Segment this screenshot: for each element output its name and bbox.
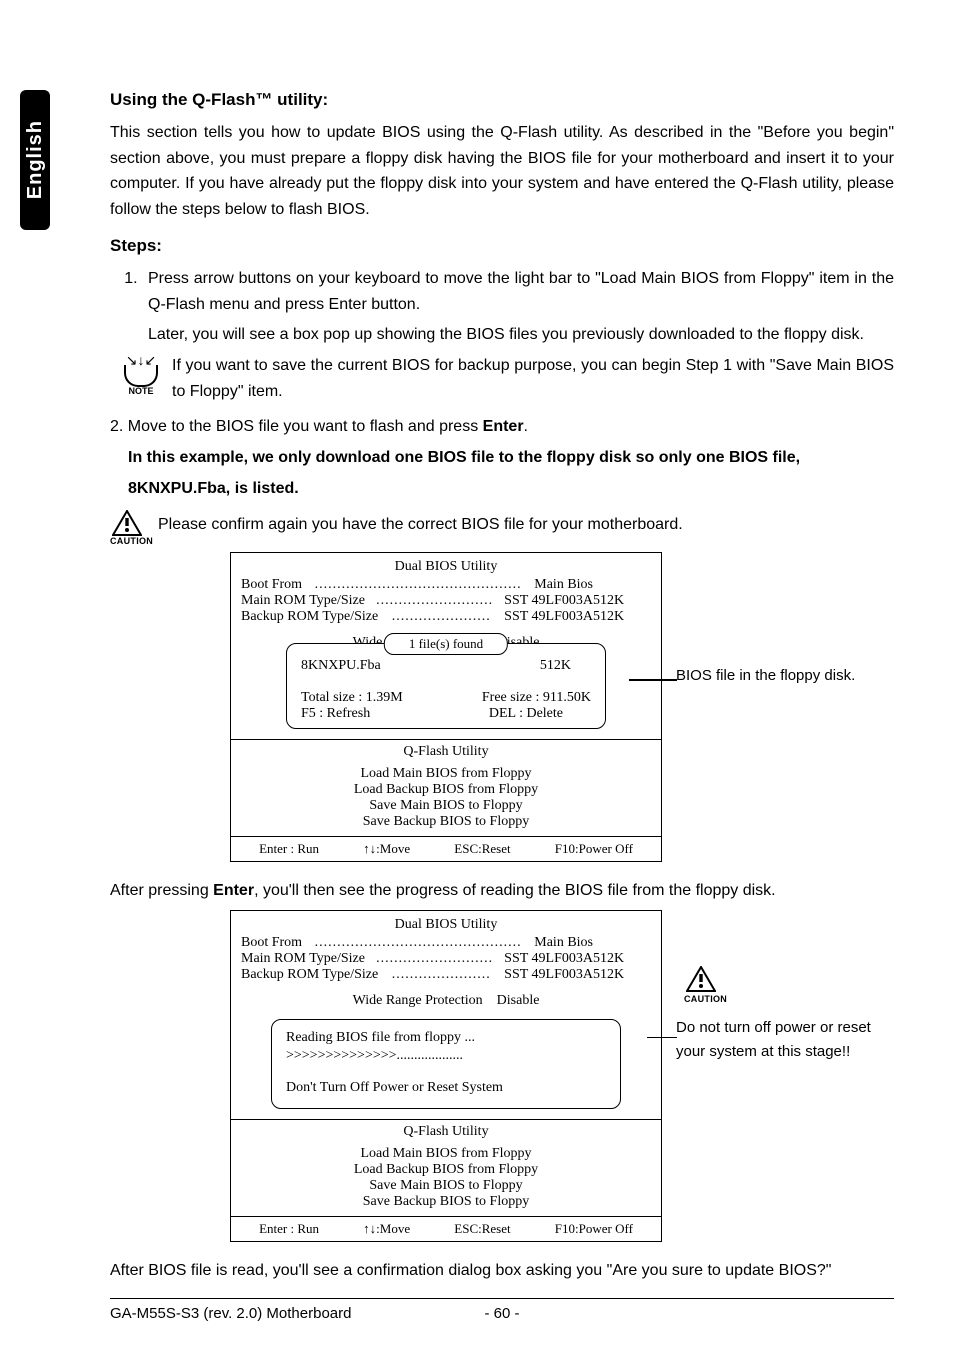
step-2-enter: Enter [483,418,524,435]
step-1: Press arrow buttons on your keyboard to … [142,266,894,347]
bios2-wide-label: Wide Range Protection [353,993,483,1008]
bios-screenshot-2: Dual BIOS Utility Boot From.............… [230,910,662,1242]
steps-heading: Steps: [110,236,894,256]
bios-bkrom-label: Backup ROM Type/Size [241,609,378,625]
note-label: NOTE [124,386,158,396]
bios2-bkrom-label: Backup ROM Type/Size [241,967,378,983]
bios-bootfrom-label: Boot From [241,577,302,593]
bios2-action-f10: F10:Power Off [555,1221,633,1237]
caution-icon-2: CAUTION [684,966,718,1006]
bios-dont-turn-off: Don't Turn Off Power or Reset System [286,1080,606,1096]
bios-title-2: Dual BIOS Utility [241,917,651,933]
bios-mainrom-label: Main ROM Type/Size [241,593,365,609]
bios-action-enter: Enter : Run [259,841,319,857]
bios-util-heading: Q-Flash Utility [231,740,661,762]
bios2-menu-3: Save Main BIOS to Floppy [231,1178,661,1194]
caution-icon: CAUTION [110,510,144,546]
files-found: 1 file(s) found [384,633,508,655]
footer-left: GA-M55S-S3 (rev. 2.0) Motherboard [110,1305,477,1322]
step-1-text-b: Later, you will see a box pop up showing… [110,322,894,348]
bios-mainrom-size: 512K [593,593,651,609]
side-note-2: Do not turn off power or reset your syst… [676,1016,894,1064]
bios-menu-1: Load Main BIOS from Floppy [231,766,661,782]
bios2-mainrom-value: SST 49LF003A [504,951,593,967]
example-bold-2: 8KNXPU.Fba, is listed. [128,475,894,502]
note-icon: ↘↓↙ NOTE [124,353,158,396]
bios-del: DEL : Delete [489,706,591,722]
after-read-paragraph: After BIOS file is read, you'll see a co… [110,1258,894,1284]
step-2-period: . [524,418,528,435]
step-2-text: 2. Move to the BIOS file you want to fla… [110,418,483,435]
bios-file-name: 8KNXPU.Fba [301,658,381,674]
section-heading-qflash: Using the Q-Flash™ utility: [110,90,894,110]
after-enter-c: , you'll then see the progress of readin… [254,882,776,899]
intro-paragraph: This section tells you how to update BIO… [110,120,894,222]
bios2-action-esc: ESC:Reset [454,1221,510,1237]
bios2-action-enter: Enter : Run [259,1221,319,1237]
bios-bootfrom-value: Main Bios [534,577,593,593]
bios2-menu-4: Save Backup BIOS to Floppy [231,1194,661,1210]
bios-file-size: 512K [540,658,591,674]
caution-text: Please confirm again you have the correc… [158,510,894,538]
bios-action-move: ↑↓:Move [363,841,410,857]
bios2-wide-value: Disable [497,993,540,1008]
bios-title: Dual BIOS Utility [241,559,651,575]
bios-mainrom-value: SST 49LF003A [504,593,593,609]
after-enter-a: After pressing [110,882,213,899]
step-2: 2. Move to the BIOS file you want to fla… [110,414,894,440]
bios-screenshot-1: Dual BIOS Utility Boot From.............… [230,552,662,862]
bios2-bkrom-value: SST 49LF003A [504,967,593,983]
caution-label: CAUTION [110,536,144,546]
bios-progress: >>>>>>>>>>>>>>................... [286,1048,606,1064]
bios-total-size: Total size : 1.39M [301,690,403,706]
bios2-bootfrom-value: Main Bios [534,935,593,951]
bios2-menu-1: Load Main BIOS from Floppy [231,1146,661,1162]
bios2-mainrom-size: 512K [593,951,651,967]
bios-action-f10: F10:Power Off [555,841,633,857]
caution-label-2: CAUTION [684,992,718,1006]
bios-f5: F5 : Refresh [301,706,370,722]
bios2-action-move: ↑↓:Move [363,1221,410,1237]
step-1-text-a: Press arrow buttons on your keyboard to … [148,270,894,313]
bios-bkrom-value: SST 49LF003A [504,609,593,625]
after-enter-paragraph: After pressing Enter, you'll then see th… [110,878,894,904]
bios2-mainrom-label: Main ROM Type/Size [241,951,365,967]
example-bold-1: In this example, we only download one BI… [128,444,894,471]
footer-page-number: - 60 - [477,1305,528,1322]
language-tab-text: English [24,120,47,199]
bios-free-size: Free size : 911.50K [482,690,591,706]
bios-menu-4: Save Backup BIOS to Floppy [231,814,661,830]
language-tab: English [20,90,50,230]
bios-menu-3: Save Main BIOS to Floppy [231,798,661,814]
bios-util-heading-2: Q-Flash Utility [231,1120,661,1142]
side-note-1: BIOS file in the floppy disk. [676,552,894,862]
after-enter-b: Enter [213,882,254,899]
bios2-menu-2: Load Backup BIOS from Floppy [231,1162,661,1178]
bios2-bkrom-size: 512K [593,967,651,983]
bios-bkrom-size: 512K [593,609,651,625]
bios-reading-text: Reading BIOS file from floppy ... [286,1030,606,1046]
bios-menu-2: Load Backup BIOS from Floppy [231,782,661,798]
bios-action-esc: ESC:Reset [454,841,510,857]
bios2-bootfrom-label: Boot From [241,935,302,951]
note-text: If you want to save the current BIOS for… [172,353,894,404]
